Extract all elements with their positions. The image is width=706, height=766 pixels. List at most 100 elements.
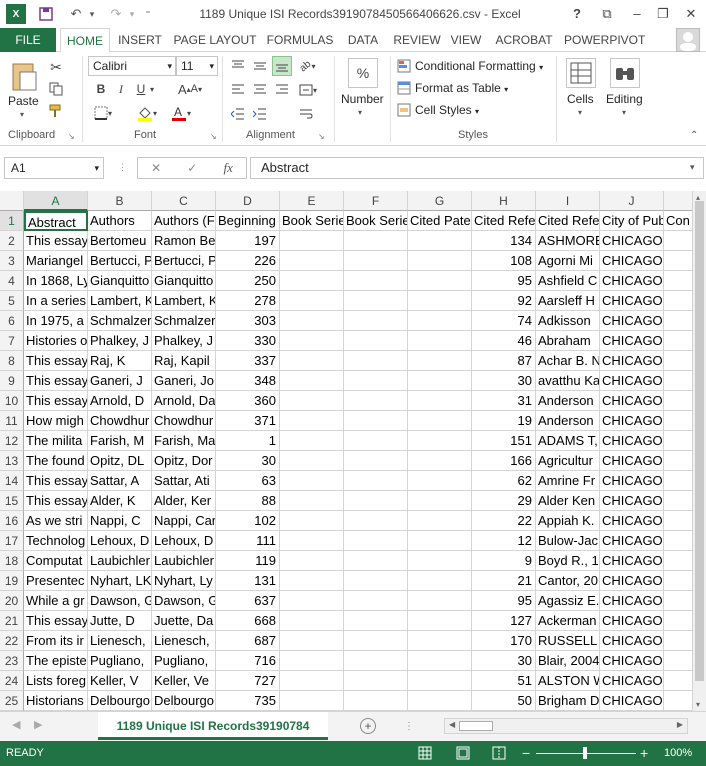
undo-dropdown-icon[interactable]: ▾ — [86, 4, 98, 24]
cell[interactable]: Lienesch, — [152, 631, 216, 651]
cell[interactable] — [344, 291, 408, 311]
cell[interactable]: Lambert, K — [152, 291, 216, 311]
cell[interactable]: Aarsleff H — [536, 291, 600, 311]
cell[interactable]: 51 — [472, 671, 536, 691]
cell[interactable]: 1 — [216, 431, 280, 451]
sheet-next-icon[interactable]: ▶ — [34, 718, 42, 731]
font-launcher-icon[interactable]: ↘ — [210, 132, 217, 141]
cell[interactable]: Anderson — [536, 411, 600, 431]
binoculars-icon[interactable] — [610, 58, 640, 88]
insert-function-icon[interactable]: fx — [224, 160, 233, 176]
cell[interactable]: avatthu Ka — [536, 371, 600, 391]
cell[interactable]: 303 — [216, 311, 280, 331]
cell[interactable] — [280, 391, 344, 411]
cell[interactable]: Con — [664, 211, 692, 231]
cell[interactable]: 197 — [216, 231, 280, 251]
cell[interactable]: CHICAGO — [600, 311, 664, 331]
cell[interactable]: CHICAGO — [600, 471, 664, 491]
cell[interactable]: Beginning Page — [216, 211, 280, 231]
cell[interactable]: Ganeri, Jo — [152, 371, 216, 391]
paste-button[interactable]: Paste — [8, 94, 39, 108]
cell[interactable] — [280, 431, 344, 451]
cell[interactable] — [280, 631, 344, 651]
vertical-scrollbar[interactable]: ▴ ▾ — [692, 191, 706, 711]
cell[interactable]: 30 — [216, 451, 280, 471]
cell[interactable] — [408, 691, 472, 711]
cell[interactable]: Alder, Ker — [152, 491, 216, 511]
row-header[interactable]: 19 — [0, 571, 24, 591]
row-header[interactable]: 6 — [0, 311, 24, 331]
cell[interactable]: 131 — [216, 571, 280, 591]
cell[interactable]: CHICAGO — [600, 451, 664, 471]
cell[interactable]: 250 — [216, 271, 280, 291]
undo-icon[interactable]: ↶ — [66, 4, 86, 24]
cell[interactable] — [408, 611, 472, 631]
cell[interactable] — [344, 551, 408, 571]
cell[interactable]: 735 — [216, 691, 280, 711]
number-dropdown-icon[interactable]: ▾ — [358, 108, 362, 117]
conditional-formatting-button[interactable]: Conditional Formatting ▾ — [415, 59, 543, 73]
cell[interactable]: City of Publisher — [600, 211, 664, 231]
cell[interactable]: ALSTON W — [536, 671, 600, 691]
cell[interactable]: 102 — [216, 511, 280, 531]
cell[interactable]: Sattar, A — [88, 471, 152, 491]
number-button[interactable]: Number — [341, 92, 384, 106]
cell[interactable] — [664, 291, 692, 311]
scroll-left-icon[interactable]: ◀ — [449, 720, 455, 729]
cell[interactable]: Adkisson — [536, 311, 600, 331]
cell[interactable] — [280, 671, 344, 691]
cell[interactable] — [664, 691, 692, 711]
cell[interactable] — [344, 251, 408, 271]
maximize-icon[interactable]: ❐ — [652, 4, 674, 24]
cell[interactable]: Agorni Mi — [536, 251, 600, 271]
column-header[interactable]: I — [536, 191, 600, 211]
cell[interactable]: Opitz, DL — [88, 451, 152, 471]
cell[interactable]: Ganeri, J — [88, 371, 152, 391]
cell[interactable]: ASHMORE — [536, 231, 600, 251]
horizontal-scrollbar[interactable]: ◀ ▶ — [444, 718, 688, 734]
tab-acrobat[interactable]: ACROBAT — [492, 28, 556, 52]
row-header[interactable]: 21 — [0, 611, 24, 631]
tab-page-layout[interactable]: PAGE LAYOUT — [172, 28, 258, 52]
cell[interactable] — [664, 231, 692, 251]
cell[interactable]: Pugliano, — [88, 651, 152, 671]
cell[interactable]: Lehoux, D — [88, 531, 152, 551]
cell[interactable]: Dawson, G — [152, 591, 216, 611]
cell[interactable]: 371 — [216, 411, 280, 431]
cell[interactable]: Schmalzer — [88, 311, 152, 331]
column-header[interactable] — [664, 191, 692, 211]
row-header[interactable]: 23 — [0, 651, 24, 671]
cells-dropdown-icon[interactable]: ▾ — [578, 108, 582, 117]
cell[interactable] — [664, 431, 692, 451]
cell[interactable]: 330 — [216, 331, 280, 351]
row-header[interactable]: 1 — [0, 211, 24, 231]
cell[interactable] — [408, 331, 472, 351]
column-header[interactable]: D — [216, 191, 280, 211]
cell[interactable] — [408, 451, 472, 471]
column-header[interactable]: B — [88, 191, 152, 211]
cell[interactable]: Anderson — [536, 391, 600, 411]
cell[interactable]: Chowdhur — [88, 411, 152, 431]
cell[interactable]: This essay — [24, 471, 88, 491]
page-layout-view-icon[interactable] — [456, 746, 470, 763]
cell[interactable] — [344, 311, 408, 331]
cell[interactable]: 30 — [472, 651, 536, 671]
cell[interactable]: 9 — [472, 551, 536, 571]
row-header[interactable]: 13 — [0, 451, 24, 471]
editing-button[interactable]: Editing — [606, 92, 643, 106]
cell[interactable] — [280, 611, 344, 631]
cell[interactable] — [280, 491, 344, 511]
cell[interactable]: CHICAGO — [600, 251, 664, 271]
row-header[interactable]: 24 — [0, 671, 24, 691]
cell[interactable]: Chowdhur — [152, 411, 216, 431]
cell[interactable]: In a series — [24, 291, 88, 311]
row-header[interactable]: 25 — [0, 691, 24, 711]
cell[interactable]: Achar B. N — [536, 351, 600, 371]
cell[interactable]: Technolog — [24, 531, 88, 551]
cell[interactable]: 727 — [216, 671, 280, 691]
cell[interactable]: 111 — [216, 531, 280, 551]
cell[interactable]: 95 — [472, 591, 536, 611]
cell[interactable]: Bertomeu — [88, 231, 152, 251]
cell[interactable]: Raj, Kapil — [152, 351, 216, 371]
cells-icon[interactable] — [566, 58, 596, 88]
